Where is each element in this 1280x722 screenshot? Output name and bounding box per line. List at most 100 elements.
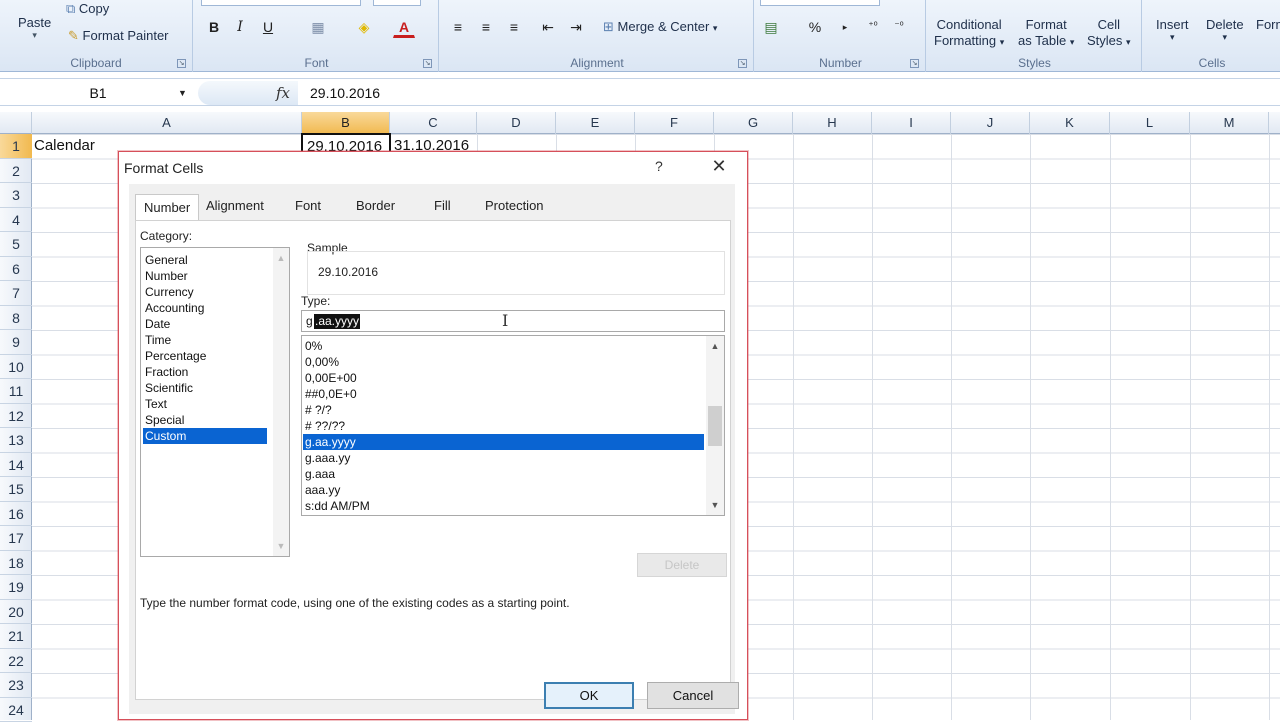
scroll-up-icon[interactable]: ▲ <box>706 338 724 354</box>
list-item-selected[interactable]: g.aa.yyyy <box>303 434 704 450</box>
column-header-h[interactable]: H <box>793 112 872 134</box>
column-header-m[interactable]: M <box>1190 112 1269 134</box>
row-header[interactable]: 17 <box>0 526 32 551</box>
list-item[interactable]: ##0,0E+0 <box>303 386 704 402</box>
list-item[interactable]: General <box>143 252 267 268</box>
row-header[interactable]: 13 <box>0 428 32 453</box>
row-header[interactable]: 22 <box>0 649 32 674</box>
increase-indent-icon[interactable]: ⇥ <box>565 16 587 38</box>
list-item[interactable]: Fraction <box>143 364 267 380</box>
list-item[interactable]: aaa.yy <box>303 482 704 498</box>
align-center-icon[interactable]: ≡ <box>475 16 497 38</box>
row-header[interactable]: 12 <box>0 404 32 429</box>
column-header-j[interactable]: J <box>951 112 1030 134</box>
select-all-corner[interactable] <box>0 112 32 134</box>
tab-border[interactable]: Border <box>356 198 395 213</box>
decrease-indent-icon[interactable]: ⇤ <box>537 16 559 38</box>
column-header-c[interactable]: C <box>390 112 477 134</box>
row-header[interactable]: 3 <box>0 183 32 208</box>
help-icon[interactable]: ? <box>655 158 669 174</box>
list-item[interactable]: 0,00% <box>303 354 704 370</box>
row-header[interactable]: 23 <box>0 673 32 698</box>
increase-decimal-icon[interactable]: ⁺⁰ <box>862 16 884 38</box>
list-item[interactable]: # ?/? <box>303 402 704 418</box>
row-header[interactable]: 21 <box>0 624 32 649</box>
formula-input[interactable]: 29.10.2016 <box>310 81 380 105</box>
tab-protection[interactable]: Protection <box>485 198 544 213</box>
row-header[interactable]: 16 <box>0 502 32 527</box>
row-header[interactable]: 10 <box>0 355 32 380</box>
tab-fill[interactable]: Fill <box>434 198 451 213</box>
list-item[interactable]: Scientific <box>143 380 267 396</box>
row-header[interactable]: 20 <box>0 600 32 625</box>
list-item[interactable]: g.aaa <box>303 466 704 482</box>
row-header[interactable]: 18 <box>0 551 32 576</box>
delete-cells-button[interactable]: Delete ▾ <box>1206 17 1244 43</box>
row-header[interactable]: 6 <box>0 257 32 282</box>
format-as-table-button[interactable]: Format as Table ▾ <box>1018 17 1074 50</box>
column-header-g[interactable]: G <box>714 112 793 134</box>
font-size-box[interactable] <box>373 0 421 6</box>
underline-button[interactable]: U <box>257 16 279 38</box>
insert-button[interactable]: Insert ▾ <box>1156 17 1189 43</box>
number-format-box[interactable] <box>760 0 880 6</box>
fill-color-icon[interactable]: ◈ <box>353 16 375 38</box>
scroll-thumb[interactable] <box>708 406 722 446</box>
category-scrollbar[interactable]: ▲ ▼ <box>273 248 289 556</box>
format-painter-button[interactable]: ✎ Format Painter <box>68 28 169 44</box>
font-launcher-icon[interactable]: ↘ <box>423 59 432 68</box>
list-item[interactable]: Time <box>143 332 267 348</box>
scroll-down-icon[interactable]: ▼ <box>706 497 724 513</box>
name-box[interactable]: B1 <box>0 81 196 105</box>
chevron-down-icon[interactable]: ▼ <box>178 81 192 105</box>
bold-button[interactable]: B <box>203 16 225 38</box>
list-item[interactable]: Text <box>143 396 267 412</box>
insert-function-icon[interactable]: fx <box>276 81 296 105</box>
row-header[interactable]: 9 <box>0 330 32 355</box>
percent-button[interactable]: % <box>804 16 826 38</box>
list-item[interactable]: Number <box>143 268 267 284</box>
italic-button[interactable]: I <box>229 16 251 38</box>
row-header[interactable]: 24 <box>0 698 32 722</box>
column-header-i[interactable]: I <box>872 112 951 134</box>
scroll-down-icon[interactable]: ▼ <box>273 538 289 554</box>
list-item[interactable]: 0,00E+00 <box>303 370 704 386</box>
row-header[interactable]: 14 <box>0 453 32 478</box>
accounting-format-icon[interactable]: ▤ <box>760 16 782 38</box>
list-item[interactable]: Currency <box>143 284 267 300</box>
list-item[interactable]: g.aaa.yy <box>303 450 704 466</box>
tab-number[interactable]: Number <box>135 194 199 220</box>
cell-a1[interactable]: Calendar <box>34 134 95 158</box>
row-header[interactable]: 4 <box>0 208 32 233</box>
comma-style-icon[interactable]: ▸ <box>834 16 856 38</box>
column-header-f[interactable]: F <box>635 112 714 134</box>
row-header[interactable]: 11 <box>0 379 32 404</box>
type-input[interactable]: g .aa.yyyy I <box>301 310 725 332</box>
tab-alignment[interactable]: Alignment <box>206 198 264 213</box>
clipboard-launcher-icon[interactable]: ↘ <box>177 59 186 68</box>
list-item[interactable]: 0% <box>303 338 704 354</box>
column-header-l[interactable]: L <box>1110 112 1190 134</box>
row-header[interactable]: 2 <box>0 159 32 184</box>
row-header[interactable]: 8 <box>0 306 32 331</box>
list-item[interactable]: Percentage <box>143 348 267 364</box>
list-item[interactable]: Special <box>143 412 267 428</box>
category-list[interactable]: General Number Currency Accounting Date … <box>140 247 290 557</box>
row-header[interactable]: 1 <box>0 134 32 159</box>
alignment-launcher-icon[interactable]: ↘ <box>738 59 747 68</box>
number-launcher-icon[interactable]: ↘ <box>910 59 919 68</box>
paste-button[interactable]: Paste ▾ <box>18 15 51 41</box>
decrease-decimal-icon[interactable]: ⁻⁰ <box>888 16 910 38</box>
cancel-button[interactable]: Cancel <box>647 682 739 709</box>
copy-button[interactable]: ⧉ Copy <box>66 1 109 17</box>
list-item[interactable]: Accounting <box>143 300 267 316</box>
column-header-k[interactable]: K <box>1030 112 1110 134</box>
format-cells-button[interactable]: Form <box>1256 17 1280 32</box>
column-header-e[interactable]: E <box>556 112 635 134</box>
merge-center-button[interactable]: ⊞ Merge & Center ▾ <box>603 19 717 35</box>
font-name-box[interactable] <box>201 0 361 6</box>
row-header[interactable]: 19 <box>0 575 32 600</box>
ok-button[interactable]: OK <box>544 682 634 709</box>
delete-format-button[interactable]: Delete <box>637 553 727 577</box>
column-header-b[interactable]: B <box>302 112 390 134</box>
